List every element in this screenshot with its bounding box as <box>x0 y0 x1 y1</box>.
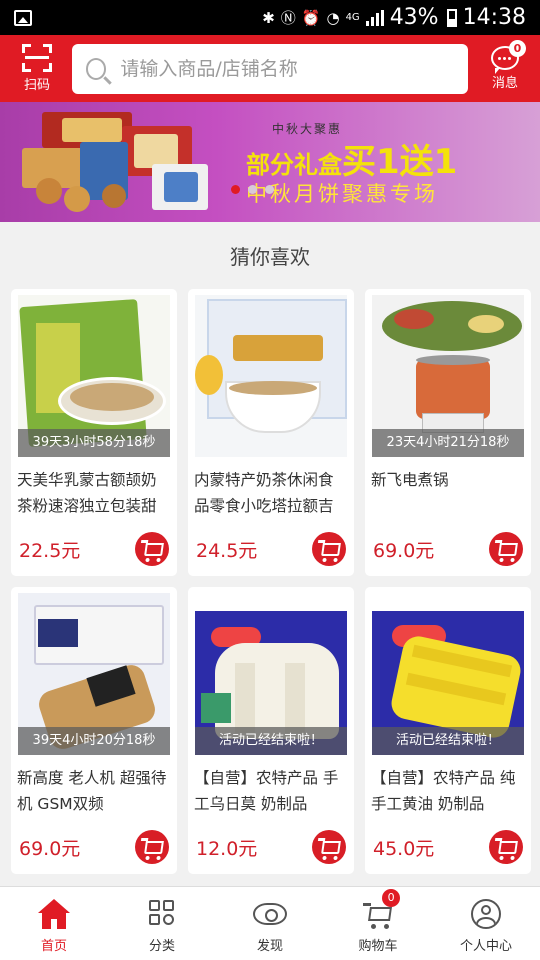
battery-percent: 43% <box>389 5 439 30</box>
tab-label: 发现 <box>256 939 283 954</box>
product-name: 新高度 老人机 超强待机 GSM双频 <box>17 769 167 813</box>
user-icon <box>471 899 501 929</box>
product-image: 39天3小时58分18秒 <box>18 295 170 457</box>
product-image: 活动已经结束啦！ <box>372 593 524 755</box>
countdown-timer: 39天4小时20分18秒 <box>18 727 170 755</box>
add-to-cart-button[interactable] <box>489 830 523 864</box>
cart-icon <box>144 840 164 854</box>
promo-banner[interactable]: 中秋大聚惠 部分礼盒买1送1 中秋月饼聚惠专场 <box>0 102 540 222</box>
battery-icon <box>446 8 457 27</box>
product-price: 12.0元 <box>196 837 258 860</box>
tab-home[interactable]: 首页 <box>0 887 108 960</box>
product-price: 22.5元 <box>19 539 81 562</box>
product-card[interactable]: 内蒙特产奶茶休闲食品零食小吃塔拉额吉 24.5元 <box>188 289 354 576</box>
product-name: 天美华乳蒙古额颉奶茶粉速溶独立包装甜 <box>17 471 157 515</box>
countdown-timer: 活动已经结束啦！ <box>195 727 347 755</box>
home-icon <box>38 899 70 929</box>
search-input[interactable] <box>120 57 468 80</box>
product-image: 活动已经结束啦！ <box>195 593 347 755</box>
product-price: 69.0元 <box>19 837 81 860</box>
countdown-timer: 活动已经结束啦！ <box>372 727 524 755</box>
signal-icon <box>365 9 384 26</box>
cart-icon <box>498 542 518 556</box>
bottom-tab-bar: 首页 分类 发现 0 购物车 个人中心 <box>0 886 540 960</box>
network-type: 4G <box>345 12 360 23</box>
messages-label: 消息 <box>491 76 518 91</box>
tab-profile[interactable]: 个人中心 <box>432 887 540 960</box>
gallery-icon <box>14 9 32 26</box>
product-image: 39天4小时20分18秒 <box>18 593 170 755</box>
cart-icon <box>321 542 341 556</box>
clock: 14:38 <box>462 5 526 30</box>
product-name: 新飞电煮锅 <box>371 471 449 489</box>
product-card[interactable]: 活动已经结束啦！ 【自营】农特产品 纯手工黄油 奶制品 45.0元 <box>365 587 531 874</box>
product-name: 内蒙特产奶茶休闲食品零食小吃塔拉额吉 <box>194 471 334 515</box>
messages-badge: 0 <box>509 40 526 57</box>
product-card[interactable]: 活动已经结束啦！ 【自营】农特产品 手工乌日莫 奶制品 12.0元 <box>188 587 354 874</box>
carousel-dot[interactable] <box>248 185 257 194</box>
banner-prefix: 部分礼盒 <box>246 151 342 179</box>
add-to-cart-button[interactable] <box>312 532 346 566</box>
product-name: 【自营】农特产品 纯手工黄油 奶制品 <box>371 769 516 813</box>
product-image: 23天4小时21分18秒 <box>372 295 524 457</box>
tab-label: 分类 <box>148 939 175 954</box>
section-title: 猜你喜欢 <box>230 245 310 269</box>
add-to-cart-button[interactable] <box>312 830 346 864</box>
eye-icon <box>253 903 287 925</box>
messages-button[interactable]: 0 消息 <box>480 40 530 91</box>
countdown-timer: 39天3小时58分18秒 <box>18 429 170 457</box>
scan-button[interactable]: 扫码 <box>14 44 60 93</box>
banner-headline: 部分礼盒买1送1 <box>246 134 457 183</box>
product-grid: 39天3小时58分18秒天美华乳蒙古额颉奶茶粉速溶独立包装甜 22.5元 内蒙特产奶… <box>0 289 540 874</box>
add-to-cart-button[interactable] <box>135 532 169 566</box>
product-card[interactable]: 39天3小时58分18秒天美华乳蒙古额颉奶茶粉速溶独立包装甜 22.5元 <box>11 289 177 576</box>
add-to-cart-button[interactable] <box>135 830 169 864</box>
tab-label: 首页 <box>40 939 67 954</box>
add-to-cart-button[interactable] <box>489 532 523 566</box>
status-bar: ✱ Ⓝ ⏰ ◔ 4G 43% 14:38 <box>0 0 540 35</box>
tab-cart[interactable]: 0 购物车 <box>324 887 432 960</box>
bluetooth-icon: ✱ <box>262 8 275 27</box>
carousel-dot[interactable] <box>265 185 274 194</box>
nfc-icon: Ⓝ <box>280 9 296 27</box>
tab-label: 购物车 <box>358 939 398 954</box>
product-name: 【自营】农特产品 手工乌日莫 奶制品 <box>194 769 339 813</box>
search-bar[interactable] <box>72 43 468 94</box>
product-price: 45.0元 <box>373 837 435 860</box>
cart-icon <box>498 840 518 854</box>
wifi-icon: ◔ <box>326 8 340 27</box>
product-card[interactable]: 23天4小时21分18秒新飞电煮锅 69.0元 <box>365 289 531 576</box>
carousel-dot[interactable] <box>231 185 240 194</box>
banner-subtitle: 中秋月饼聚惠专场 <box>246 182 438 206</box>
tab-label: 个人中心 <box>459 939 512 954</box>
cart-icon <box>144 542 164 556</box>
header: 扫码 0 消息 <box>0 35 540 102</box>
category-icon <box>146 899 178 929</box>
tab-discover[interactable]: 发现 <box>216 887 324 960</box>
product-price: 69.0元 <box>373 539 435 562</box>
carousel-dots[interactable] <box>231 185 274 194</box>
search-icon <box>86 57 107 80</box>
product-card[interactable]: 39天4小时20分18秒新高度 老人机 超强待机 GSM双频 69.0元 <box>11 587 177 874</box>
countdown-timer: 23天4小时21分18秒 <box>372 429 524 457</box>
product-image <box>195 295 347 457</box>
banner-main: 买1送1 <box>342 142 458 182</box>
scan-icon <box>22 44 52 72</box>
gift-boxes-image <box>22 108 212 214</box>
cart-badge: 0 <box>382 889 401 907</box>
scan-label: 扫码 <box>23 78 50 93</box>
tab-category[interactable]: 分类 <box>108 887 216 960</box>
alarm-icon: ⏰ <box>301 8 321 27</box>
product-price: 24.5元 <box>196 539 258 562</box>
cart-icon <box>321 840 341 854</box>
